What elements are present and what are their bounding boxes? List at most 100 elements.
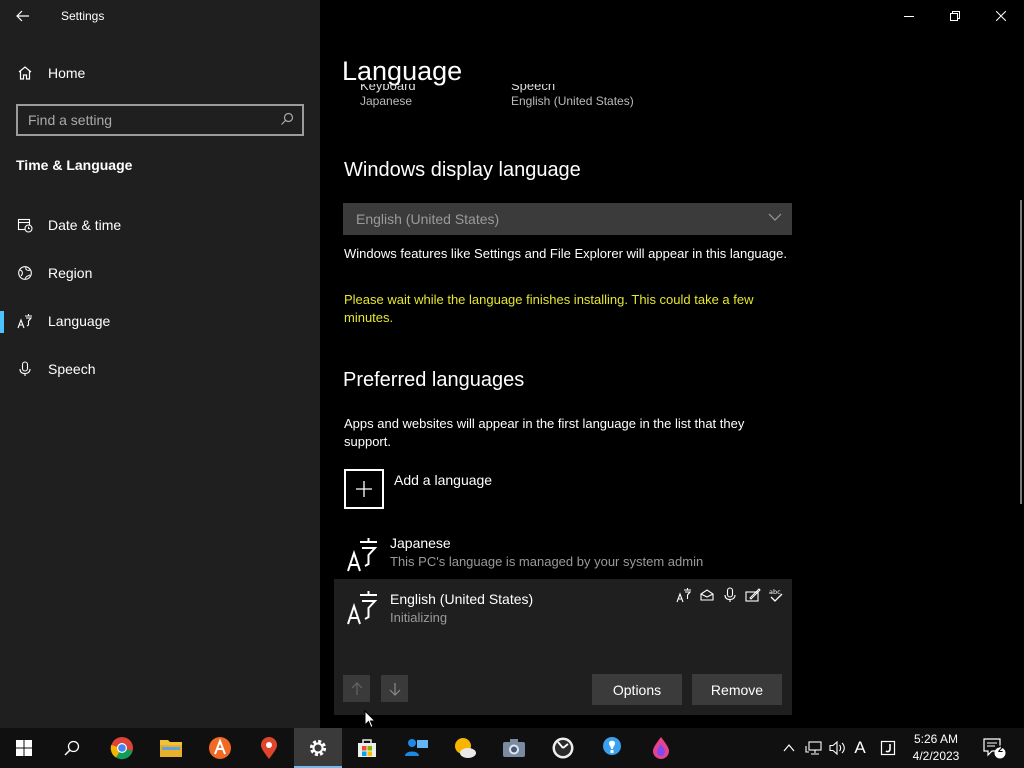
scrollbar[interactable] (1020, 200, 1022, 504)
summary-label: Speech (511, 84, 556, 93)
spellcheck-feature-icon: abc (769, 588, 783, 602)
sidebar-item-region[interactable]: Region (0, 253, 320, 293)
summary-value: English (United States) (511, 94, 634, 108)
chevron-up-icon (783, 744, 795, 752)
keyboard-summary[interactable]: Keyboard Japanese (360, 84, 416, 108)
dropdown-value: English (United States) (356, 211, 500, 227)
paint-drop-icon (653, 737, 669, 759)
sidebar-item-label: Region (48, 265, 93, 281)
speaker-icon (829, 740, 845, 756)
clock-date: 4/2/2023 (912, 749, 960, 763)
move-down-button[interactable] (381, 675, 408, 702)
nav-home[interactable]: Home (0, 55, 320, 91)
show-hidden-icons-button[interactable] (780, 728, 798, 768)
globe-icon (18, 266, 32, 280)
svg-text:abc: abc (769, 588, 781, 596)
weather-icon (455, 738, 476, 758)
back-arrow-icon (16, 10, 29, 22)
summary-value: Japanese (360, 94, 413, 108)
language-status: This PC's language is managed by your sy… (390, 554, 704, 569)
content-pane: Language Keyboard Japanese Speech Englis… (320, 0, 1024, 728)
taskbar-app-weather[interactable] (441, 728, 489, 768)
taskbar-app-clock[interactable] (539, 728, 587, 768)
volume-control[interactable] (826, 728, 850, 768)
ime-mode-icon (880, 740, 896, 756)
section-title: Time & Language (16, 157, 133, 173)
gear-icon (309, 739, 327, 757)
restore-icon (950, 11, 960, 21)
nav-home-label: Home (48, 65, 86, 81)
add-language-button[interactable]: Add a language (344, 469, 492, 509)
display-language-heading: Windows display language (344, 159, 581, 181)
summary-label: Keyboard (360, 84, 416, 93)
taskbar-app-maps[interactable] (245, 728, 293, 768)
chevron-down-icon (768, 213, 782, 221)
taskbar-app-tips[interactable] (588, 728, 636, 768)
windows-logo-icon (16, 740, 32, 756)
microphone-icon (19, 361, 31, 376)
app-logo-icon (209, 737, 231, 759)
search-field[interactable] (16, 104, 304, 136)
map-pin-icon (261, 737, 277, 759)
close-icon (996, 11, 1006, 21)
options-button[interactable]: Options (592, 674, 682, 705)
start-button[interactable] (0, 728, 48, 768)
search-button[interactable] (48, 728, 96, 768)
network-status[interactable] (802, 728, 826, 768)
taskbar-app-people[interactable] (392, 728, 440, 768)
sidebar-item-label: Date & time (48, 217, 122, 233)
chrome-icon (110, 737, 133, 760)
input-method-indicator[interactable]: A (850, 728, 870, 768)
taskbar-app-store[interactable] (343, 728, 391, 768)
language-glyph-icon (347, 591, 378, 625)
display-language-dropdown[interactable]: English (United States) (343, 203, 792, 235)
add-language-label: Add a language (394, 472, 493, 488)
clock[interactable]: 5:26 AM 4/2/2023 (906, 731, 966, 765)
search-icon[interactable] (280, 112, 294, 126)
arrow-down-icon (389, 682, 400, 696)
restore-button[interactable] (932, 0, 978, 32)
plus-icon (344, 469, 384, 509)
remove-button[interactable]: Remove (692, 674, 782, 705)
taskbar-app-paint[interactable] (637, 728, 685, 768)
sidebar-item-date-time[interactable]: Date & time (0, 205, 320, 245)
taskbar-app-camera[interactable] (490, 728, 538, 768)
taskbar-app-chrome[interactable] (98, 728, 146, 768)
back-button[interactable] (0, 0, 46, 32)
people-icon (405, 739, 428, 756)
language-name: Japanese (390, 535, 451, 551)
calendar-clock-icon (17, 218, 33, 233)
preferred-languages-description: Apps and websites will appear in the fir… (344, 416, 745, 449)
mouse-cursor-icon (364, 710, 376, 729)
speech-summary[interactable]: Speech English (United States) (511, 84, 634, 108)
clock-time: 5:26 AM (913, 732, 959, 746)
action-center-button[interactable]: 2 (978, 728, 1010, 768)
window-controls (886, 0, 1024, 32)
move-up-button[interactable] (343, 675, 370, 702)
alarm-clock-icon (552, 737, 574, 759)
language-icon (17, 314, 33, 329)
ime-mode-button[interactable] (876, 728, 900, 768)
language-features: abc (676, 587, 784, 603)
language-name: English (United States) (390, 591, 534, 607)
sidebar-item-label: Speech (48, 361, 96, 377)
search-input[interactable] (28, 112, 268, 128)
arrow-up-icon (351, 681, 362, 695)
language-glyph-icon (347, 538, 378, 572)
lightbulb-icon (603, 737, 621, 755)
minimize-icon (904, 16, 914, 17)
handwriting-feature-icon (745, 588, 761, 602)
network-icon (805, 741, 822, 755)
language-item-english[interactable]: English (United States) Initializing abc… (334, 579, 792, 715)
page-title: Language (342, 56, 463, 86)
preferred-languages-heading: Preferred languages (343, 369, 525, 391)
minimize-button[interactable] (886, 0, 932, 32)
sidebar-item-label: Language (48, 313, 111, 329)
taskbar-app-settings[interactable] (294, 728, 342, 768)
display-language-description: Windows features like Settings and File … (344, 246, 787, 261)
sidebar-item-language[interactable]: Language (0, 301, 320, 341)
taskbar-app-file-explorer[interactable] (147, 728, 195, 768)
sidebar-item-speech[interactable]: Speech (0, 349, 320, 389)
close-button[interactable] (978, 0, 1024, 32)
taskbar-app-orange[interactable] (196, 728, 244, 768)
